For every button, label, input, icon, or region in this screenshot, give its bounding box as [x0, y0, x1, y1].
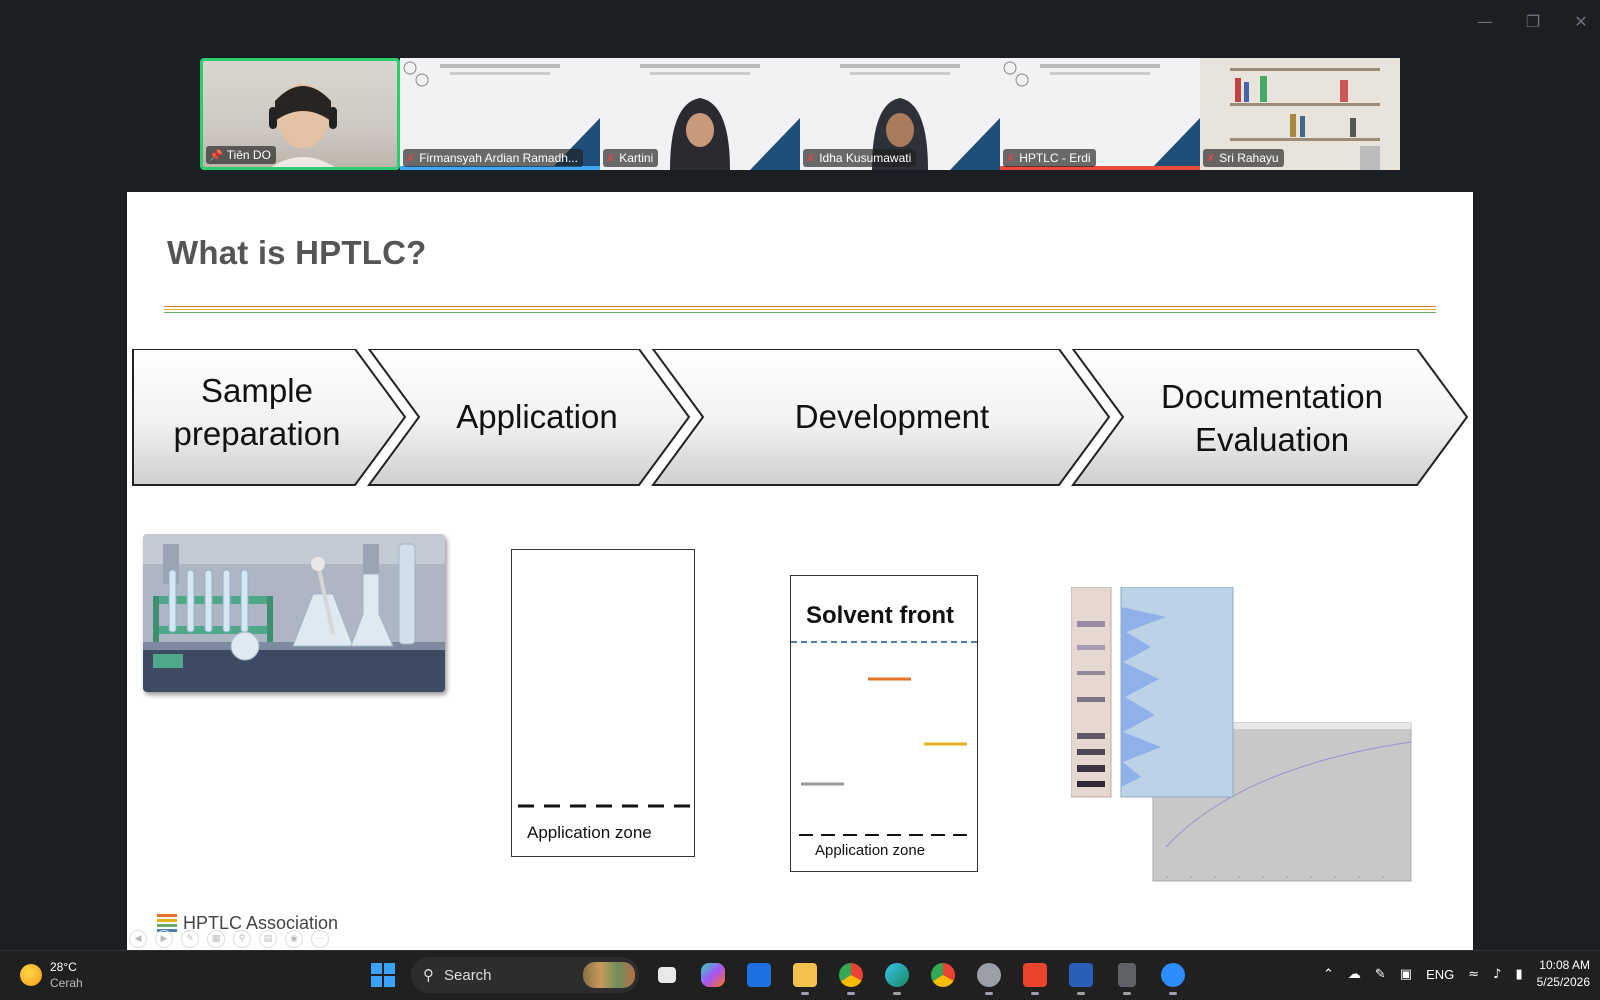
step-label-documentation-evaluation: Documentation Evaluation: [1161, 378, 1383, 458]
zoom-app-icon[interactable]: [1155, 957, 1191, 995]
step-label-application: Application: [456, 398, 618, 435]
volume-icon[interactable]: ♪: [1493, 967, 1501, 982]
clock-date: 5/25/2026: [1536, 975, 1590, 989]
task-view-button[interactable]: [649, 957, 685, 993]
restore-icon[interactable]: ❐: [1524, 12, 1542, 31]
participant-name-tag: ✗ Sri Rahayu: [1203, 149, 1284, 167]
windows-taskbar: 28°C Cerah ⚲ Search ⌃ ☁ ✎ ▣ ENG ≈ ♪ ▮ 10…: [0, 950, 1600, 1000]
step-label-sample-preparation: Sample preparation: [173, 372, 341, 452]
densitogram-figure: [1071, 587, 1412, 882]
application-line: [518, 804, 692, 808]
search-label: Search: [444, 966, 492, 984]
edge-icon[interactable]: [879, 957, 915, 995]
more-options-icon[interactable]: ⋯: [311, 930, 329, 948]
app-icon-blue[interactable]: [741, 957, 777, 993]
participant-tile[interactable]: ✗ Kartini: [600, 58, 800, 170]
shared-slide: What is HPTLC? Sample preparation Applic…: [127, 192, 1473, 951]
chrome-icon-2[interactable]: [925, 957, 961, 993]
development-bands: [791, 641, 979, 836]
chrome-icon[interactable]: [833, 957, 869, 995]
participant-name: HPTLC - Erdi: [1019, 151, 1091, 165]
tlc-plate-application: Application zone: [511, 549, 695, 857]
pin-icon: 📌: [209, 148, 223, 162]
taskbar-search[interactable]: ⚲ Search: [411, 957, 639, 993]
chevron-up-icon[interactable]: ⌃: [1323, 967, 1334, 982]
onedrive-icon[interactable]: ☁: [1348, 967, 1361, 982]
participant-name-tag: ✗ Idha Kusumawati: [803, 149, 917, 167]
input-language[interactable]: ENG: [1426, 967, 1454, 982]
tlc-plate-development: Solvent front Application zone: [790, 575, 979, 872]
participant-tile[interactable]: 📌 Tiên DO: [200, 58, 400, 170]
battery-icon[interactable]: ▮: [1515, 967, 1522, 982]
participant-tile[interactable]: ✗ Sri Rahayu: [1200, 58, 1400, 170]
slide-title: What is HPTLC?: [167, 234, 427, 271]
pen-input-icon[interactable]: ✎: [1375, 967, 1386, 982]
weather-widget[interactable]: 28°C Cerah: [20, 959, 83, 991]
weather-description: Cerah: [50, 976, 83, 990]
previous-slide-icon[interactable]: ◀: [129, 930, 147, 948]
system-tray: ⌃ ☁ ✎ ▣ ENG ≈ ♪ ▮ 10:08 AM 5/25/2026: [1323, 957, 1590, 991]
settings-gear-icon[interactable]: [971, 957, 1007, 995]
acrobat-icon[interactable]: [1017, 957, 1053, 995]
presentation-toolbar: ◀ ▶ ✎ ▦ ⚲ ▤ ◉ ⋯: [129, 930, 329, 948]
clock-time: 10:08 AM: [1539, 958, 1590, 972]
wifi-icon[interactable]: ≈: [1468, 967, 1479, 982]
participant-tile[interactable]: ✗ HPTLC - Erdi: [1000, 58, 1200, 170]
participant-name: Idha Kusumawati: [819, 151, 912, 165]
mic-muted-icon: ✗: [806, 151, 816, 165]
weather-temperature: 28°C: [50, 960, 77, 974]
participant-name-tag: ✗ Kartini: [603, 149, 659, 167]
file-explorer-icon[interactable]: [787, 957, 823, 995]
plate2-zone-label: Application zone: [815, 842, 926, 859]
minimize-icon[interactable]: —: [1476, 12, 1494, 31]
mic-muted-icon: ✗: [406, 151, 416, 165]
mic-muted-icon: ✗: [606, 151, 616, 165]
camera-icon[interactable]: ◉: [285, 930, 303, 948]
search-icon: ⚲: [423, 966, 434, 984]
slides-grid-icon[interactable]: ▦: [207, 930, 225, 948]
step-label-development: Development: [794, 398, 990, 435]
participant-name: Firmansyah Ardian Ramadh...: [419, 151, 578, 165]
start-button[interactable]: [365, 957, 401, 993]
next-slide-icon[interactable]: ▶: [155, 930, 173, 948]
participant-name: Tiên DO: [226, 148, 271, 162]
participant-name-tag: ✗ HPTLC - Erdi: [1003, 149, 1096, 167]
screen-icon[interactable]: ▣: [1400, 967, 1412, 982]
pen-icon[interactable]: ✎: [181, 930, 199, 948]
close-icon[interactable]: ✕: [1572, 12, 1590, 31]
participant-name-tag: 📌 Tiên DO: [206, 146, 276, 164]
lab-equipment-image: [143, 534, 445, 692]
search-highlight-image: [583, 962, 635, 988]
weather-sun-icon: [20, 964, 42, 986]
participant-name-tag: ✗ Firmansyah Ardian Ramadh...: [403, 149, 583, 167]
mic-muted-icon: ✗: [1206, 151, 1216, 165]
system-clock[interactable]: 10:08 AM 5/25/2026: [1537, 957, 1590, 991]
copilot-icon[interactable]: [695, 957, 731, 993]
subtitles-icon[interactable]: ▤: [259, 930, 277, 948]
window-controls: — ❐ ✕: [1476, 12, 1590, 31]
plate1-zone-label: Application zone: [527, 823, 652, 842]
participant-tile[interactable]: ✗ Firmansyah Ardian Ramadh...: [400, 58, 600, 170]
title-divider: [164, 306, 1436, 314]
taskbar-apps: ⚲ Search: [365, 957, 1191, 995]
participant-name: Sri Rahayu: [1219, 151, 1279, 165]
windows-logo-icon: [371, 963, 395, 987]
zoom-icon[interactable]: ⚲: [233, 930, 251, 948]
participant-gallery: 📌 Tiên DO ✗ Firmansyah Ardian Ramadh... …: [200, 58, 1400, 170]
calculator-icon[interactable]: [1109, 957, 1145, 995]
mic-muted-icon: ✗: [1006, 151, 1016, 165]
participant-tile[interactable]: ✗ Idha Kusumawati: [800, 58, 1000, 170]
word-icon[interactable]: [1063, 957, 1099, 995]
participant-name: Kartini: [619, 151, 654, 165]
